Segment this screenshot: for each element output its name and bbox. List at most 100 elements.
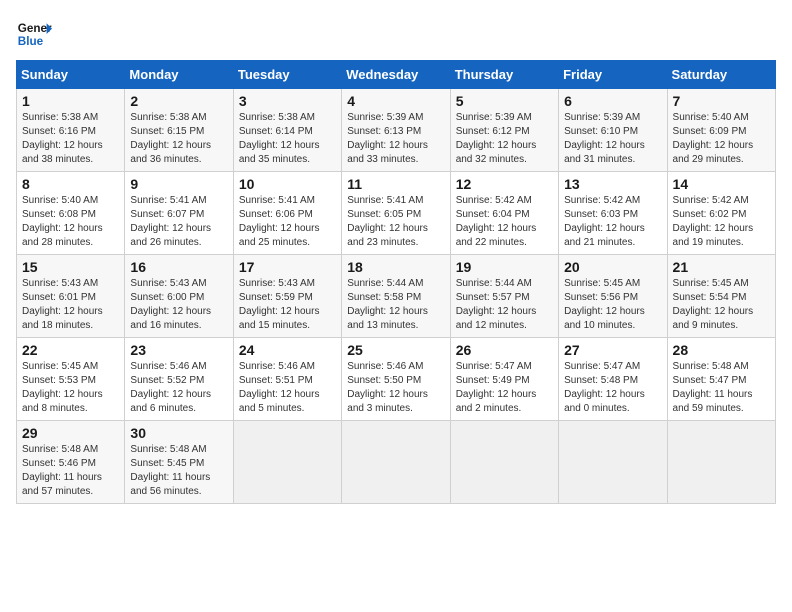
calendar-cell: 23Sunrise: 5:46 AM Sunset: 5:52 PM Dayli… [125,338,233,421]
calendar-table: SundayMondayTuesdayWednesdayThursdayFrid… [16,60,776,504]
calendar-cell: 11 Sunrise: 5:41 AM Sunset: 6:05 PM Dayli… [342,172,450,255]
day-header-friday: Friday [559,61,667,89]
day-info: Sunrise: 5:46 AM Sunset: 5:51 PM Dayligh… [239,360,336,416]
logo: General Blue [16,16,52,52]
calendar-cell: 21 Sunrise: 5:45 AM Sunset: 5:54 PM Dayli… [667,255,775,338]
day-header-tuesday: Tuesday [233,61,341,89]
day-header-sunday: Sunday [17,61,125,89]
day-info: Sunrise: 5:43 AM Sunset: 6:01 PM Dayligh… [22,277,119,333]
calendar-cell: 29 Sunrise: 5:48 AM Sunset: 5:46 PM Dayli… [17,421,125,504]
calendar-cell: 27Sunrise: 5:47 AM Sunset: 5:48 PM Dayli… [559,338,667,421]
day-number: 25 [347,342,444,358]
day-info: Sunrise: 5:38 AM Sunset: 6:14 PM Dayligh… [239,111,336,167]
calendar-cell: 22 Sunrise: 5:45 AM Sunset: 5:53 PM Dayli… [17,338,125,421]
calendar-cell: 16 Sunrise: 5:43 AM Sunset: 6:00 PM Dayli… [125,255,233,338]
day-info: Sunrise: 5:45 AM Sunset: 5:56 PM Dayligh… [564,277,661,333]
day-info: Sunrise: 5:46 AM Sunset: 5:50 PM Dayligh… [347,360,444,416]
day-number: 15 [22,259,119,275]
day-info: Sunrise: 5:38 AM Sunset: 6:15 PM Dayligh… [130,111,227,167]
day-number: 13 [564,176,661,192]
day-number: 2 [130,93,227,109]
calendar-cell: 12 Sunrise: 5:42 AM Sunset: 6:04 PM Dayli… [450,172,558,255]
day-info: Sunrise: 5:44 AM Sunset: 5:58 PM Dayligh… [347,277,444,333]
day-info: Sunrise: 5:43 AM Sunset: 5:59 PM Dayligh… [239,277,336,333]
calendar-cell: 9 Sunrise: 5:41 AM Sunset: 6:07 PM Daylig… [125,172,233,255]
day-number: 3 [239,93,336,109]
day-number: 17 [239,259,336,275]
calendar-cell [342,421,450,504]
day-info: Sunrise: 5:43 AM Sunset: 6:00 PM Dayligh… [130,277,227,333]
calendar-cell [559,421,667,504]
day-info: Sunrise: 5:42 AM Sunset: 6:02 PM Dayligh… [673,194,770,250]
calendar-cell: 13 Sunrise: 5:42 AM Sunset: 6:03 PM Dayli… [559,172,667,255]
day-number: 24 [239,342,336,358]
calendar-cell: 15 Sunrise: 5:43 AM Sunset: 6:01 PM Dayli… [17,255,125,338]
day-info: Sunrise: 5:45 AM Sunset: 5:54 PM Dayligh… [673,277,770,333]
calendar-cell: 28Sunrise: 5:48 AM Sunset: 5:47 PM Dayli… [667,338,775,421]
day-header-wednesday: Wednesday [342,61,450,89]
day-info: Sunrise: 5:39 AM Sunset: 6:13 PM Dayligh… [347,111,444,167]
calendar-cell: 5 Sunrise: 5:39 AM Sunset: 6:12 PM Daylig… [450,89,558,172]
day-number: 14 [673,176,770,192]
day-number: 11 [347,176,444,192]
calendar-cell: 10 Sunrise: 5:41 AM Sunset: 6:06 PM Dayli… [233,172,341,255]
day-info: Sunrise: 5:42 AM Sunset: 6:04 PM Dayligh… [456,194,553,250]
day-number: 10 [239,176,336,192]
calendar-cell: 4Sunrise: 5:39 AM Sunset: 6:13 PM Daylig… [342,89,450,172]
calendar-cell: 14 Sunrise: 5:42 AM Sunset: 6:02 PM Dayli… [667,172,775,255]
calendar-cell: 24 Sunrise: 5:46 AM Sunset: 5:51 PM Dayli… [233,338,341,421]
calendar-cell [667,421,775,504]
day-info: Sunrise: 5:40 AM Sunset: 6:09 PM Dayligh… [673,111,770,167]
day-info: Sunrise: 5:41 AM Sunset: 6:05 PM Dayligh… [347,194,444,250]
day-info: Sunrise: 5:46 AM Sunset: 5:52 PM Dayligh… [130,360,227,416]
day-info: Sunrise: 5:44 AM Sunset: 5:57 PM Dayligh… [456,277,553,333]
calendar-cell [450,421,558,504]
svg-text:Blue: Blue [18,35,44,48]
day-info: Sunrise: 5:38 AM Sunset: 6:16 PM Dayligh… [22,111,119,167]
day-info: Sunrise: 5:39 AM Sunset: 6:10 PM Dayligh… [564,111,661,167]
day-number: 26 [456,342,553,358]
calendar-cell: 1 Sunrise: 5:38 AM Sunset: 6:16 PM Daylig… [17,89,125,172]
day-info: Sunrise: 5:42 AM Sunset: 6:03 PM Dayligh… [564,194,661,250]
calendar-cell: 18 Sunrise: 5:44 AM Sunset: 5:58 PM Dayli… [342,255,450,338]
calendar-cell: 2 Sunrise: 5:38 AM Sunset: 6:15 PM Daylig… [125,89,233,172]
calendar-cell: 19Sunrise: 5:44 AM Sunset: 5:57 PM Dayli… [450,255,558,338]
header-row: SundayMondayTuesdayWednesdayThursdayFrid… [17,61,776,89]
day-info: Sunrise: 5:48 AM Sunset: 5:46 PM Dayligh… [22,443,119,499]
day-number: 28 [673,342,770,358]
calendar-cell: 30 Sunrise: 5:48 AM Sunset: 5:45 PM Dayli… [125,421,233,504]
day-number: 8 [22,176,119,192]
calendar-cell: 17 Sunrise: 5:43 AM Sunset: 5:59 PM Dayli… [233,255,341,338]
calendar-cell: 6 Sunrise: 5:39 AM Sunset: 6:10 PM Daylig… [559,89,667,172]
calendar-week-1: 1 Sunrise: 5:38 AM Sunset: 6:16 PM Daylig… [17,89,776,172]
calendar-week-4: 22 Sunrise: 5:45 AM Sunset: 5:53 PM Dayli… [17,338,776,421]
day-number: 12 [456,176,553,192]
day-info: Sunrise: 5:47 AM Sunset: 5:49 PM Dayligh… [456,360,553,416]
day-number: 5 [456,93,553,109]
calendar-cell: 20 Sunrise: 5:45 AM Sunset: 5:56 PM Dayli… [559,255,667,338]
day-number: 29 [22,425,119,441]
calendar-cell: 26 Sunrise: 5:47 AM Sunset: 5:49 PM Dayli… [450,338,558,421]
day-number: 9 [130,176,227,192]
calendar-week-3: 15 Sunrise: 5:43 AM Sunset: 6:01 PM Dayli… [17,255,776,338]
day-info: Sunrise: 5:41 AM Sunset: 6:06 PM Dayligh… [239,194,336,250]
calendar-cell: 8Sunrise: 5:40 AM Sunset: 6:08 PM Daylig… [17,172,125,255]
day-number: 1 [22,93,119,109]
day-number: 18 [347,259,444,275]
day-number: 20 [564,259,661,275]
day-number: 21 [673,259,770,275]
calendar-cell: 3 Sunrise: 5:38 AM Sunset: 6:14 PM Daylig… [233,89,341,172]
day-info: Sunrise: 5:48 AM Sunset: 5:45 PM Dayligh… [130,443,227,499]
day-info: Sunrise: 5:39 AM Sunset: 6:12 PM Dayligh… [456,111,553,167]
header: General Blue [16,16,776,52]
day-header-thursday: Thursday [450,61,558,89]
calendar-week-2: 8Sunrise: 5:40 AM Sunset: 6:08 PM Daylig… [17,172,776,255]
day-number: 22 [22,342,119,358]
day-number: 6 [564,93,661,109]
day-info: Sunrise: 5:45 AM Sunset: 5:53 PM Dayligh… [22,360,119,416]
calendar-cell: 7Sunrise: 5:40 AM Sunset: 6:09 PM Daylig… [667,89,775,172]
day-info: Sunrise: 5:41 AM Sunset: 6:07 PM Dayligh… [130,194,227,250]
day-header-monday: Monday [125,61,233,89]
day-number: 30 [130,425,227,441]
day-number: 16 [130,259,227,275]
